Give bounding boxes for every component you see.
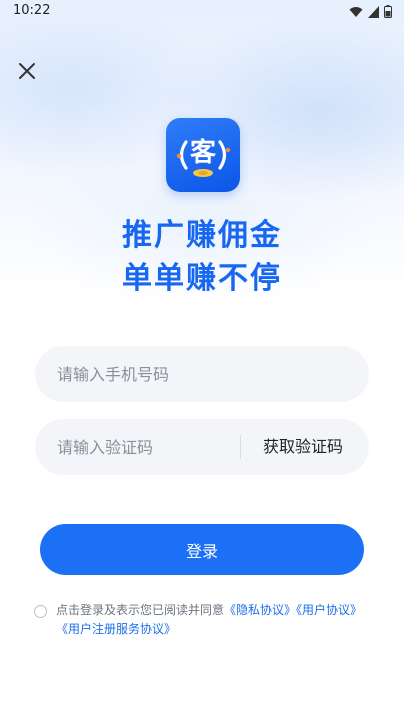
close-button[interactable] [14, 58, 40, 84]
phone-field-container [35, 346, 369, 402]
agreement-prefix: 点击登录及表示您已阅读并同意 [56, 603, 225, 617]
phone-input[interactable] [57, 346, 347, 402]
get-code-button[interactable]: 获取验证码 [263, 419, 343, 475]
agreement-checkbox[interactable] [34, 605, 47, 618]
user-agreement-link[interactable]: 《用户协议》 [296, 603, 362, 617]
battery-icon [384, 5, 392, 18]
close-icon [19, 63, 35, 79]
field-divider [240, 435, 241, 459]
slogan-line-2: 单单赚不停 [122, 261, 282, 296]
signal-icon [368, 5, 379, 18]
register-service-link[interactable]: 《用户注册服务协议》 [56, 622, 176, 636]
agreement-text: 点击登录及表示您已阅读并同意《隐私协议》《用户协议》《用户注册服务协议》 [56, 601, 368, 639]
privacy-policy-link[interactable]: 《隐私协议》 [224, 603, 296, 617]
app-logo: 客 [166, 118, 240, 192]
status-time: 10:22 [13, 3, 51, 18]
app-logo-glyph: 客 [190, 137, 217, 168]
code-field-container: 获取验证码 [35, 419, 369, 475]
status-icons [349, 5, 392, 18]
verification-code-input[interactable] [57, 419, 237, 475]
login-button[interactable]: 登录 [40, 524, 364, 575]
app-logo-mark: 客 [176, 137, 231, 177]
status-bar: 10:22 [0, 0, 404, 24]
wifi-icon [349, 6, 363, 17]
slogan-line-1: 推广赚佣金 [122, 218, 282, 253]
